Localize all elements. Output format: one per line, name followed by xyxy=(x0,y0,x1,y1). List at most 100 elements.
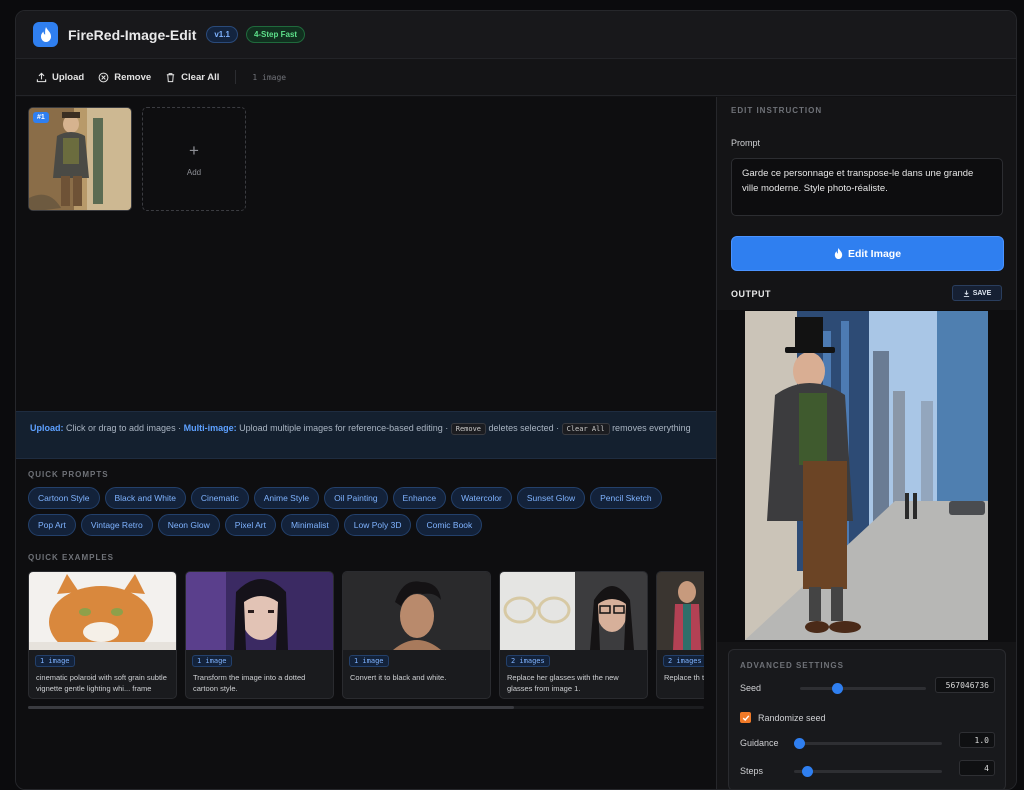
quick-prompts-heading: QUICK PROMPTS xyxy=(28,470,109,479)
input-thumbnail[interactable]: #1 xyxy=(28,107,132,211)
edit-image-button[interactable]: Edit Image xyxy=(731,236,1004,271)
flame-logo-icon xyxy=(33,22,58,47)
seed-label: Seed xyxy=(740,683,762,693)
quick-prompt-chip[interactable]: Pencil Sketch xyxy=(590,487,662,509)
checkmark-icon xyxy=(742,714,749,721)
upload-icon xyxy=(36,72,47,82)
quick-prompt-chip[interactable]: Neon Glow xyxy=(157,514,220,536)
help-banner: Upload: Click or drag to add images · Mu… xyxy=(16,411,716,459)
example-card[interactable]: 2 images Replace th the clothin image 2.… xyxy=(656,571,704,699)
upload-button[interactable]: Upload xyxy=(36,72,84,83)
quick-examples-strip: 1 image cinematic polaroid with soft gra… xyxy=(28,571,704,701)
clear-all-button[interactable]: Clear All xyxy=(165,72,219,83)
quick-prompt-chip[interactable]: Minimalist xyxy=(280,514,339,536)
quick-prompt-chip[interactable]: Watercolor xyxy=(451,487,512,509)
prompt-textarea[interactable]: Garde ce personnage et transpose-le dans… xyxy=(731,158,1003,216)
edit-instruction-heading: EDIT INSTRUCTION xyxy=(731,106,823,115)
example-image-count-badge: 1 image xyxy=(192,655,232,667)
toolbar: Upload Remove Clear All 1 image xyxy=(16,59,1016,96)
seed-row: Seed 567046736 xyxy=(740,677,995,694)
quick-prompt-chip[interactable]: Sunset Glow xyxy=(516,487,586,509)
steps-input[interactable]: 4 xyxy=(959,760,995,776)
help-clear-key: Clear All xyxy=(561,423,610,435)
quick-prompt-chip[interactable]: Pop Art xyxy=(28,514,76,536)
guidance-slider-thumb[interactable] xyxy=(794,737,805,749)
quick-prompt-chip[interactable]: Oil Painting xyxy=(324,487,388,509)
seed-slider[interactable] xyxy=(800,682,926,694)
example-image xyxy=(500,572,647,650)
example-card[interactable]: 1 image cinematic polaroid with soft gra… xyxy=(28,571,177,699)
quick-prompt-chip[interactable]: Low Poly 3D xyxy=(343,514,412,536)
quick-prompt-chip[interactable]: Cinematic xyxy=(190,487,249,509)
quick-prompt-chip[interactable]: Anime Style xyxy=(253,487,320,509)
examples-scrollbar-thumb[interactable] xyxy=(28,706,514,709)
quick-prompt-chip[interactable]: Pixel Art xyxy=(224,514,276,536)
flame-icon xyxy=(834,248,843,259)
version-badge: v1.1 xyxy=(206,26,238,43)
example-card[interactable]: 1 image Transform the image into a dotte… xyxy=(185,571,334,699)
help-remove-text: deletes selected · xyxy=(488,423,560,433)
help-multi-text: Upload multiple images for reference-bas… xyxy=(239,423,449,433)
randomize-seed-label: Randomize seed xyxy=(758,712,826,723)
example-image xyxy=(29,572,176,650)
edit-image-label: Edit Image xyxy=(847,247,902,260)
remove-button[interactable]: Remove xyxy=(98,72,151,83)
guidance-row: Guidance 1.0 xyxy=(740,732,995,749)
download-icon xyxy=(963,289,969,297)
example-image-count-badge: 1 image xyxy=(35,655,75,667)
help-clear-text: removes everything xyxy=(612,423,691,433)
example-image xyxy=(343,572,490,650)
example-card[interactable]: 2 images Replace her glasses with the ne… xyxy=(499,571,648,699)
quick-prompt-chip[interactable]: Comic Book xyxy=(416,514,483,536)
quick-prompt-chip[interactable]: Vintage Retro xyxy=(80,514,153,536)
image-count: 1 image xyxy=(252,72,287,82)
clear-all-label: Clear All xyxy=(181,71,220,83)
remove-label: Remove xyxy=(114,71,152,83)
example-image xyxy=(186,572,333,650)
steps-slider[interactable] xyxy=(794,765,942,777)
guidance-slider[interactable] xyxy=(794,737,942,749)
quick-prompt-chip[interactable]: Black and White xyxy=(104,487,186,509)
help-upload-text: Click or drag to add images · xyxy=(66,423,182,433)
guidance-label: Guidance xyxy=(740,738,779,748)
toolbar-divider xyxy=(235,70,237,84)
seed-slider-thumb[interactable] xyxy=(832,682,844,694)
remove-circle-icon xyxy=(98,72,109,82)
example-card[interactable]: 1 image Convert it to black and white. xyxy=(342,571,491,699)
example-caption: cinematic polaroid with soft grain subtl… xyxy=(36,673,167,696)
quick-prompt-chip[interactable]: Enhance xyxy=(392,487,447,509)
quick-examples-heading: QUICK EXAMPLES xyxy=(28,553,115,562)
trash-icon xyxy=(167,72,175,82)
quick-prompt-chips: Cartoon Style Black and White Cinematic Ani… xyxy=(28,487,708,536)
example-caption: Convert it to black and white. xyxy=(350,673,447,682)
example-caption: Replace th the clothin image 2. K xyxy=(664,673,704,682)
help-remove-key: Remove xyxy=(450,423,487,435)
steps-slider-thumb[interactable] xyxy=(802,765,814,777)
add-image-slot[interactable]: + Add xyxy=(142,107,246,211)
app-title: FireRed-Image-Edit xyxy=(68,26,197,43)
guidance-input[interactable]: 1.0 xyxy=(959,732,995,748)
save-label: SAVE xyxy=(972,289,992,297)
add-label: Add xyxy=(186,167,202,177)
example-caption: Replace her glasses with the new glasses… xyxy=(507,673,619,693)
output-heading: OUTPUT xyxy=(731,289,771,299)
example-caption: Transform the image into a dotted cartoo… xyxy=(193,673,306,693)
seed-input[interactable]: 567046736 xyxy=(935,677,995,693)
output-frame xyxy=(717,310,1016,642)
thumbnail-index-badge: #1 xyxy=(33,112,49,123)
app-window: FireRed-Image-Edit v1.1 4-Step Fast Uplo… xyxy=(15,10,1017,790)
save-button[interactable]: SAVE xyxy=(952,285,1002,301)
example-image-count-badge: 2 images xyxy=(506,655,550,667)
randomize-seed-checkbox[interactable] xyxy=(740,712,751,723)
quick-prompt-chip[interactable]: Cartoon Style xyxy=(28,487,100,509)
example-image xyxy=(657,572,704,650)
examples-scrollbar[interactable] xyxy=(28,706,704,709)
example-image-count-badge: 2 images xyxy=(663,655,704,667)
advanced-settings-heading: ADVANCED SETTINGS xyxy=(740,661,844,670)
help-upload-title: Upload: xyxy=(30,423,64,433)
example-image-count-badge: 1 image xyxy=(349,655,389,667)
advanced-settings-panel: ADVANCED SETTINGS Seed 567046736 Randomi… xyxy=(728,649,1006,789)
side-panel: EDIT INSTRUCTION Prompt Garde ce personn… xyxy=(716,97,1016,789)
prompt-label: Prompt xyxy=(731,138,761,148)
steps-label: Steps xyxy=(740,766,764,776)
